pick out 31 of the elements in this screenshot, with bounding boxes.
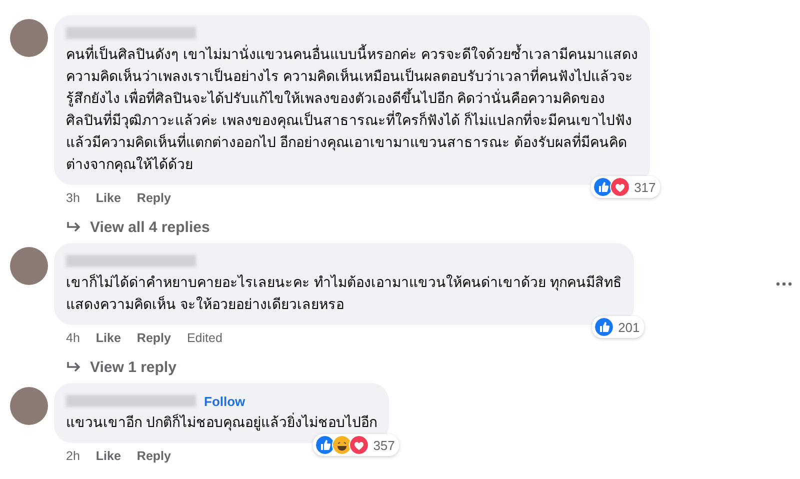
more-options-icon[interactable] (776, 282, 792, 286)
comment-time: 3h (66, 191, 80, 205)
like-link[interactable]: Like (96, 449, 121, 463)
view-replies-link[interactable]: View all 4 replies (54, 211, 792, 243)
avatar[interactable] (10, 247, 48, 285)
heart-icon (349, 435, 370, 455)
follow-link[interactable]: Follow (204, 394, 246, 408)
laughing-face-icon (332, 435, 352, 455)
view-replies-link[interactable]: View 1 reply (54, 351, 792, 383)
thumbs-up-icon (594, 317, 614, 337)
thumbs-up-icon (315, 435, 336, 455)
comment-time: 4h (66, 331, 80, 345)
avatar[interactable] (10, 19, 48, 57)
avatar[interactable] (10, 387, 48, 425)
like-link[interactable]: Like (96, 191, 121, 205)
reply-arrow-icon (66, 221, 82, 233)
edited-label: Edited (186, 331, 222, 345)
thumbs-up-icon (593, 177, 614, 197)
reaction-summary[interactable]: 317 (591, 176, 660, 198)
reply-arrow-icon (66, 361, 82, 373)
reply-link[interactable]: Reply (136, 449, 171, 463)
reaction-summary[interactable]: 357 (313, 434, 399, 456)
reaction-summary[interactable]: 201 (592, 316, 644, 338)
like-link[interactable]: Like (96, 331, 121, 345)
comment-time: 2h (66, 449, 80, 463)
reply-link[interactable]: Reply (136, 331, 171, 345)
comment-text: คนที่เป็นศิลปินดังๆ เขาไม่มานั่งแขวนคนอื่นแบบนี้หรอกค่ะ ควรจะดีใจด้วยซ้ำเวลามีคนมาแสดง ความคิดเห็นว่าเพลงเราเป็นอย่างไร ความคิดเห็นเหมือนเป็นผลตอบรับว่าเวลาที่คนฟังไปแล้วจะ รู้สึกยังไง เพื่อที่ศิลปินจะได้ปรับแก้ไขให้เพลงของตัวเองดีขึ้นไปอีก คิดว่านั่นคือความคิดของ ศิลปินที่มีวุฒิภาวะแล้วค่ะ เพลงของคุณเป็นสาธารณะที่ใครก็ฟังได้ ก็ไม่แปลกที่จะมีคนเขาไปฟัง แล้วมีความคิดเห็นที่แตกต่างออกไป อีกอย่างคุณเอาเขามาแขวนสาธารณะ ต้องรับผลที่มีคนคิด ต่างจากคุณให้ได้ด้วย (66, 43, 638, 175)
comment-text: แขวนเขาอีก ปกติก็ไม่ชอบคุณอยู่แล้วยิ่งไม่ชอบไปอีก (66, 412, 377, 433)
reply-link[interactable]: Reply (136, 191, 171, 205)
comment-text: เขาก็ไม่ได้ด่าคำหยาบคายอะไรเลยนะคะ ทำไมต้องเอามาแขวนให้คนด่าเขาด้วย ทุกคนมีสิทธิ แสดงความคิดเห็น จะให้อวยอย่างเดียวเลยหรอ (66, 272, 622, 314)
heart-icon (610, 177, 630, 197)
